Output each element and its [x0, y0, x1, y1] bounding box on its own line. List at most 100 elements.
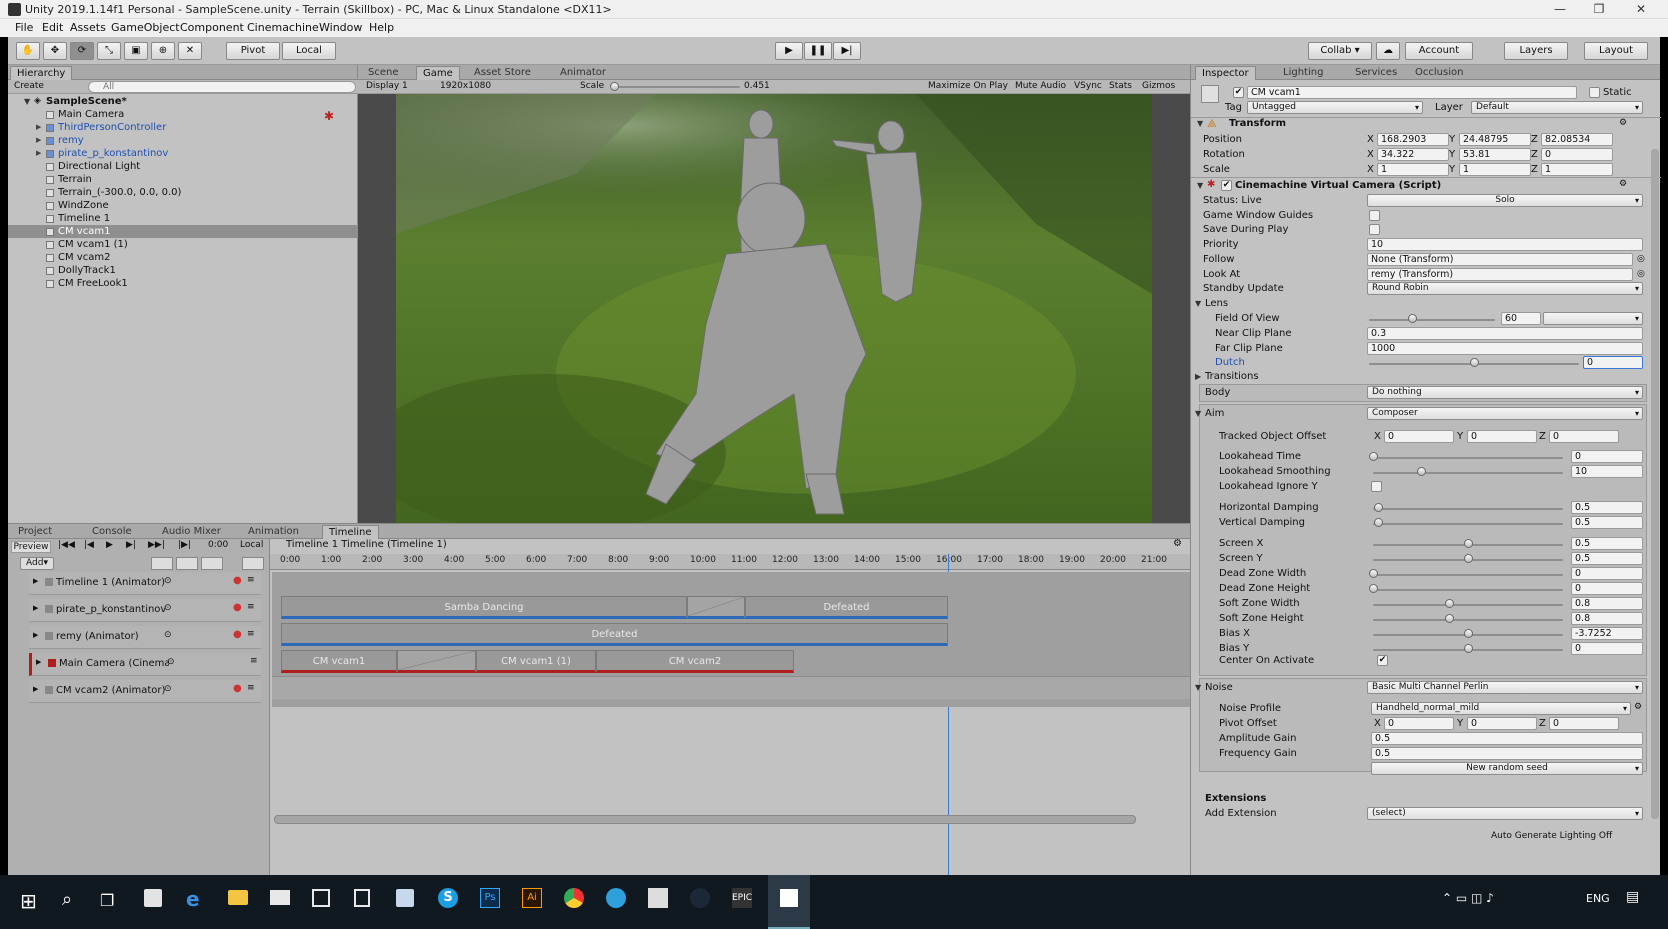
aim-param-field[interactable]: 10 — [1571, 465, 1643, 478]
tab-console[interactable]: Console — [86, 525, 138, 539]
amplitude-gain-field[interactable]: 0.5 — [1371, 732, 1643, 745]
timeline-horizontal-scrollbar[interactable] — [274, 815, 1136, 824]
chrome-icon[interactable] — [564, 888, 584, 908]
track-expand-icon[interactable]: ▶ — [33, 685, 38, 693]
gizmos-dropdown[interactable]: Gizmos — [1142, 81, 1175, 91]
menu-edit[interactable]: Edit — [42, 21, 63, 34]
track-binding-icon[interactable]: ⊙ — [164, 630, 172, 640]
far-clip-field[interactable]: 1000 — [1367, 342, 1643, 355]
account-dropdown[interactable]: Account — [1405, 42, 1473, 60]
track-binding-icon[interactable]: ⊙ — [164, 684, 172, 694]
tab-occlusion[interactable]: Occlusion — [1409, 66, 1469, 80]
hierarchy-item[interactable]: ▶ pirate_p_konstantinov — [8, 147, 358, 160]
scale-z-field[interactable]: 1 — [1541, 163, 1613, 176]
snap-icon[interactable] — [201, 557, 223, 570]
track-expand-icon[interactable]: ▶ — [33, 577, 38, 585]
follow-field[interactable]: None (Transform) — [1367, 253, 1633, 266]
center-on-activate-checkbox[interactable]: ✔ — [1377, 655, 1388, 666]
menu-component[interactable]: Component — [180, 21, 244, 34]
solo-button[interactable]: Solo — [1367, 194, 1643, 207]
layout-dropdown[interactable]: Layout — [1584, 42, 1648, 60]
language-indicator[interactable]: ENG — [1586, 892, 1610, 905]
hierarchy-item[interactable]: Terrain — [8, 173, 358, 186]
tab-audio-mixer[interactable]: Audio Mixer — [156, 525, 227, 539]
scene-row[interactable]: ▼ ◈ SampleScene* — [8, 95, 357, 108]
track-header[interactable]: ▶ CM vcam2 (Animator) ⊙ ● ≡ — [29, 680, 261, 703]
aim-param-field[interactable]: 0.8 — [1571, 597, 1643, 610]
scale-y-field[interactable]: 1 — [1459, 163, 1531, 176]
track-menu-icon[interactable]: ≡ — [247, 602, 255, 612]
clip-cm-vcam1-1[interactable]: CM vcam1 (1) — [476, 650, 596, 673]
aim-param-field[interactable]: 0 — [1571, 450, 1643, 463]
timeline-ruler[interactable]: 0:00 1:00 2:00 3:00 4:00 5:00 6:00 7:00 8:00 9:00… — [270, 554, 1190, 570]
add-track-button[interactable]: Add▾ — [20, 557, 54, 570]
aim-param-field[interactable]: 0.5 — [1571, 516, 1643, 529]
close-button[interactable]: ✕ — [1622, 0, 1660, 19]
timeline-time[interactable]: 0:00 — [208, 540, 228, 550]
aim-param-field[interactable]: 0.5 — [1571, 501, 1643, 514]
new-random-seed-button[interactable]: New random seed — [1371, 762, 1643, 775]
follow-picker-icon[interactable]: ◎ — [1637, 254, 1645, 264]
track-header[interactable]: ▶ pirate_p_konstantinov ⊙ ● ≡ — [29, 599, 261, 622]
menu-gameobject[interactable]: GameObject — [111, 21, 180, 34]
hand-tool-icon[interactable]: ✋ — [16, 42, 40, 60]
goto-start-icon[interactable]: |◀◀ — [58, 540, 75, 550]
display-dropdown[interactable]: Display 1 — [366, 81, 408, 91]
clip-samba-dancing[interactable]: Samba Dancing — [281, 596, 687, 619]
store-icon[interactable] — [144, 889, 162, 907]
track-binding-icon[interactable]: ⊙ — [167, 657, 175, 667]
game-view[interactable] — [396, 94, 1152, 523]
hierarchy-item[interactable]: ▶ remy — [8, 134, 358, 147]
timeline-settings-icon[interactable]: ⚙ — [1173, 538, 1182, 549]
component-settings-icon[interactable]: ⚙ — [1619, 118, 1627, 128]
aim-param-slider[interactable] — [1464, 539, 1473, 548]
hierarchy-item[interactable]: DollyTrack1 — [8, 264, 358, 277]
tab-timeline[interactable]: Timeline — [322, 525, 379, 539]
aim-param-slider[interactable] — [1464, 629, 1473, 638]
standby-dropdown[interactable]: Round Robin — [1367, 282, 1643, 295]
lookat-picker-icon[interactable]: ◎ — [1637, 269, 1645, 279]
hierarchy-item[interactable]: CM FreeLook1 — [8, 277, 358, 290]
vcam-settings-icon[interactable]: ⚙ — [1619, 179, 1627, 189]
inspector-scrollbar[interactable] — [1651, 149, 1659, 819]
add-extension-dropdown[interactable]: (select) — [1367, 807, 1643, 820]
track-expand-icon[interactable]: ▶ — [33, 604, 38, 612]
layer-dropdown[interactable]: Default — [1471, 101, 1643, 114]
pivot-toggle[interactable]: Pivot — [226, 42, 280, 60]
clip-cm-vcam1[interactable]: CM vcam1 — [281, 650, 397, 673]
clip-defeated-2[interactable]: Defeated — [281, 623, 948, 646]
menu-help[interactable]: Help — [369, 21, 394, 34]
maximize-button[interactable]: ❐ — [1580, 0, 1618, 19]
rotation-z-field[interactable]: 0 — [1541, 148, 1613, 161]
hierarchy-item[interactable]: CM vcam2 — [8, 251, 358, 264]
menu-assets[interactable]: Assets — [70, 21, 106, 34]
menu-file[interactable]: File — [15, 21, 33, 34]
hierarchy-search-input[interactable]: All — [88, 81, 356, 93]
tab-animation[interactable]: Animation — [242, 525, 305, 539]
aim-param-slider[interactable] — [1464, 644, 1473, 653]
track-menu-icon[interactable]: ≡ — [247, 629, 255, 639]
move-tool-icon[interactable]: ✥ — [43, 42, 67, 60]
clip-blend[interactable] — [687, 596, 745, 619]
position-y-field[interactable]: 24.48795 — [1459, 133, 1531, 146]
track-header[interactable]: ▶ Timeline 1 (Animator) ⊙ ● ≡ — [29, 572, 261, 595]
layers-dropdown[interactable]: Layers — [1504, 42, 1568, 60]
dutch-slider[interactable] — [1470, 358, 1479, 367]
tab-asset-store[interactable]: Asset Store — [468, 66, 537, 80]
near-clip-field[interactable]: 0.3 — [1367, 327, 1643, 340]
notes-icon[interactable] — [396, 889, 414, 907]
aim-param-field[interactable]: 0.8 — [1571, 612, 1643, 625]
aim-param-slider[interactable] — [1373, 503, 1383, 512]
track-menu-icon[interactable]: ≡ — [247, 575, 255, 585]
preview-toggle[interactable]: Preview — [11, 541, 51, 553]
hierarchy-item[interactable]: ▶ ThirdPersonController — [8, 121, 358, 134]
hierarchy-item[interactable]: Terrain_(-300.0, 0.0, 0.0) — [8, 186, 358, 199]
rect-tool-icon[interactable]: ▣ — [124, 42, 148, 60]
record-icon[interactable]: ● — [233, 575, 242, 586]
expand-arrow-icon[interactable]: ▶ — [36, 149, 41, 157]
aim-param-field[interactable]: 0.5 — [1571, 537, 1643, 550]
clip-defeated-1[interactable]: Defeated — [745, 596, 948, 619]
vcam-enabled-checkbox[interactable]: ✔ — [1221, 180, 1232, 191]
cloud-icon[interactable]: ☁ — [1376, 42, 1400, 60]
record-icon[interactable]: ● — [233, 629, 242, 640]
